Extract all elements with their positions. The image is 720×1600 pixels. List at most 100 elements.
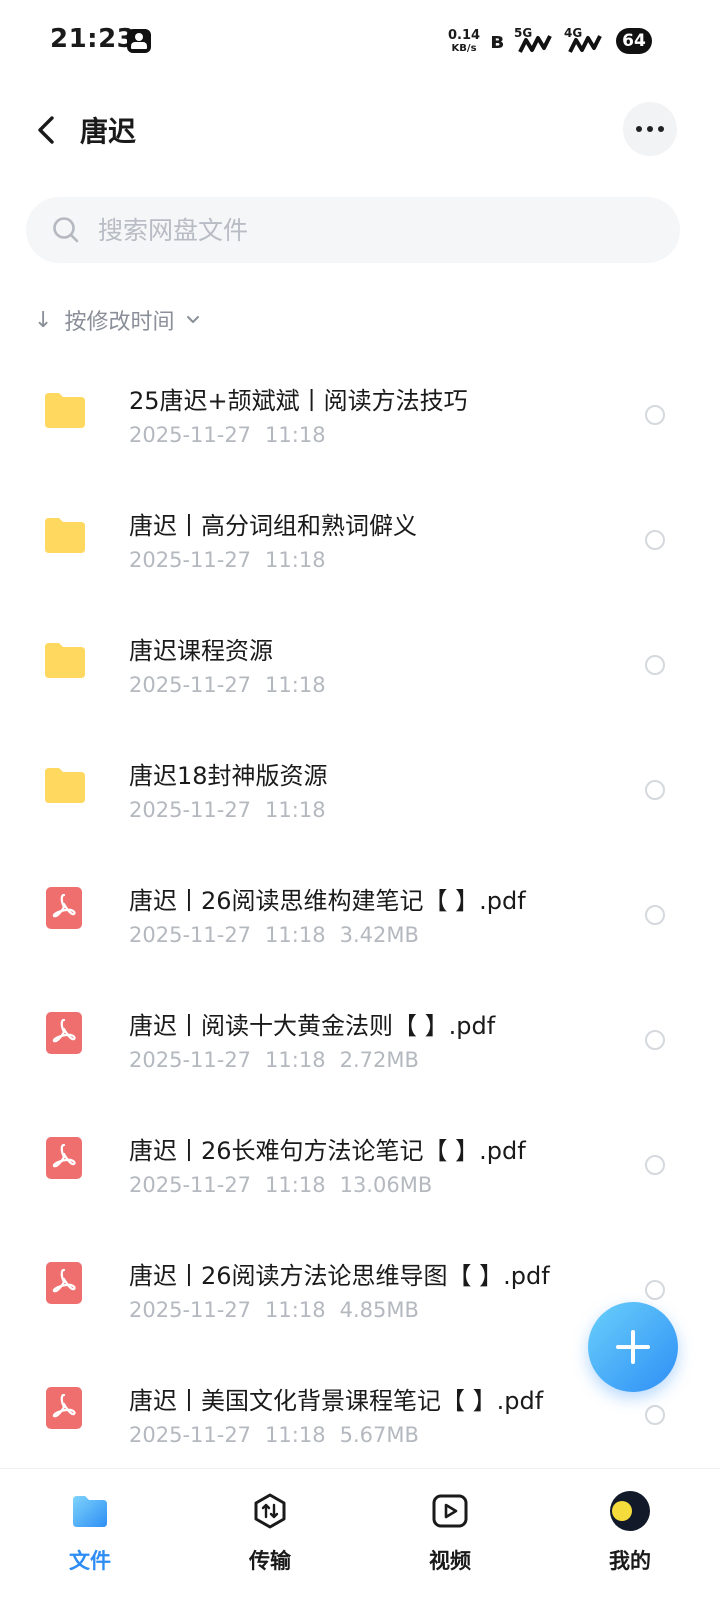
file-time: 11:18	[265, 798, 326, 822]
select-checkbox[interactable]	[645, 1280, 665, 1300]
file-row[interactable]: 唐迟丨阅读十大黄金法则【 】.pdf 2025-11-27 11:18 2.72MB	[0, 978, 720, 1103]
file-row[interactable]: 唐迟丨26长难句方法论笔记【 】.pdf 2025-11-27 11:18 13.06…	[0, 1103, 720, 1228]
pdf-icon	[46, 1137, 82, 1179]
select-checkbox[interactable]	[645, 780, 665, 800]
file-meta: 2025-11-27 11:18 13.06MB	[129, 1173, 446, 1197]
file-name: 唐迟丨26长难句方法论笔记【 】.pdf	[129, 1137, 526, 1165]
file-date: 2025-11-27	[129, 423, 252, 447]
file-meta: 2025-11-27 11:18	[129, 798, 340, 822]
file-time: 11:18	[265, 1048, 326, 1072]
file-time: 11:18	[265, 673, 326, 697]
pdf-icon	[46, 1012, 82, 1054]
file-row[interactable]: 唐迟丨26阅读思维构建笔记【 】.pdf 2025-11-27 11:18 3.42M…	[0, 853, 720, 978]
select-checkbox[interactable]	[645, 1405, 665, 1425]
folder-icon	[44, 391, 86, 429]
page-title: 唐迟	[80, 115, 137, 148]
file-meta: 2025-11-27 11:18 5.67MB	[129, 1423, 433, 1447]
select-checkbox[interactable]	[645, 655, 665, 675]
battery-level: 64	[622, 31, 646, 51]
signal-5g: 5G	[514, 26, 554, 56]
file-size: 2.72MB	[339, 1048, 419, 1072]
more-dot	[647, 126, 653, 132]
folder-nav-icon	[70, 1491, 110, 1531]
file-size: 13.06MB	[339, 1173, 433, 1197]
nav-me[interactable]: 我的	[540, 1469, 720, 1600]
search-icon	[53, 217, 79, 243]
more-horizontal-icon	[636, 126, 642, 132]
pdf-icon	[46, 1387, 82, 1429]
chevron-left-icon	[38, 116, 54, 144]
net-speed-value: 0.14	[448, 27, 481, 43]
file-time: 11:18	[265, 1298, 326, 1322]
file-name: 唐迟丨美国文化背景课程笔记【 】.pdf	[129, 1387, 544, 1415]
nav-files-label: 文件	[69, 1549, 111, 1573]
net-speed: 0.14 KB/s	[448, 29, 480, 54]
file-name: 唐迟丨高分词组和熟词僻义	[129, 512, 417, 540]
file-size: 4.85MB	[339, 1298, 419, 1322]
select-checkbox[interactable]	[645, 405, 665, 425]
avatar-icon	[610, 1491, 650, 1531]
file-time: 11:18	[265, 423, 326, 447]
file-time: 11:18	[265, 1423, 326, 1447]
select-checkbox[interactable]	[645, 1030, 665, 1050]
file-name: 唐迟丨阅读十大黄金法则【 】.pdf	[129, 1012, 496, 1040]
chevron-down-icon	[187, 316, 200, 323]
nav-video[interactable]: 视频	[360, 1469, 540, 1600]
notification-app-icon	[127, 29, 151, 53]
search-input[interactable]	[98, 215, 618, 245]
add-button[interactable]	[588, 1302, 678, 1392]
file-date: 2025-11-27	[129, 1048, 252, 1072]
signal-bars-icon	[518, 35, 552, 53]
select-checkbox[interactable]	[645, 530, 665, 550]
nav-transfer[interactable]: 传输	[180, 1469, 360, 1600]
select-checkbox[interactable]	[645, 905, 665, 925]
pdf-icon	[46, 1262, 82, 1304]
file-size: 5.67MB	[339, 1423, 419, 1447]
file-date: 2025-11-27	[129, 1298, 252, 1322]
app-root: 21:23 0.14 KB/s ʙ 5G 4G 64 唐迟 搜索网盘文件 ↓ 按…	[0, 0, 720, 1600]
transfer-icon	[250, 1491, 290, 1531]
folder-icon	[44, 766, 86, 804]
file-name: 唐迟18封神版资源	[129, 762, 328, 790]
file-meta: 2025-11-27 11:18	[129, 423, 340, 447]
status-time: 21:23	[50, 24, 136, 54]
file-date: 2025-11-27	[129, 1173, 252, 1197]
file-meta: 2025-11-27 11:18 2.72MB	[129, 1048, 433, 1072]
back-button[interactable]	[26, 110, 66, 150]
folder-row[interactable]: 唐迟18封神版资源 2025-11-27 11:18	[0, 728, 720, 853]
sort-selector[interactable]: ↓ 按修改时间	[34, 302, 200, 338]
file-meta: 2025-11-27 11:18 3.42MB	[129, 923, 433, 947]
header: 唐迟	[0, 96, 720, 164]
arrow-down-icon: ↓	[34, 307, 53, 333]
file-time: 11:18	[265, 1173, 326, 1197]
file-date: 2025-11-27	[129, 1423, 252, 1447]
nav-transfer-label: 传输	[249, 1549, 291, 1573]
file-date: 2025-11-27	[129, 548, 252, 572]
nav-video-label: 视频	[429, 1549, 471, 1573]
pdf-icon	[46, 887, 82, 929]
more-button[interactable]	[623, 102, 677, 156]
play-icon	[430, 1491, 470, 1531]
file-name: 唐迟丨26阅读方法论思维导图【 】.pdf	[129, 1262, 550, 1290]
signal-4g: 4G	[564, 26, 604, 56]
file-time: 11:18	[265, 923, 326, 947]
file-size: 3.42MB	[339, 923, 419, 947]
file-time: 11:18	[265, 548, 326, 572]
select-checkbox[interactable]	[645, 1155, 665, 1175]
bottom-nav: 文件 传输 视频 我的	[0, 1468, 720, 1600]
file-meta: 2025-11-27 11:18	[129, 673, 340, 697]
file-date: 2025-11-27	[129, 923, 252, 947]
bluetooth-icon: ʙ	[490, 28, 504, 54]
nav-me-label: 我的	[609, 1549, 651, 1573]
folder-row[interactable]: 25唐迟+颉斌斌丨阅读方法技巧 2025-11-27 11:18	[0, 353, 720, 478]
more-dot	[658, 126, 664, 132]
folder-icon	[44, 641, 86, 679]
battery-icon: 64	[616, 28, 657, 54]
file-date: 2025-11-27	[129, 798, 252, 822]
folder-row[interactable]: 唐迟丨高分词组和熟词僻义 2025-11-27 11:18	[0, 478, 720, 603]
search-bar[interactable]	[26, 197, 680, 263]
file-name: 唐迟课程资源	[129, 637, 273, 665]
folder-row[interactable]: 唐迟课程资源 2025-11-27 11:18	[0, 603, 720, 728]
nav-files[interactable]: 文件	[0, 1469, 180, 1600]
file-meta: 2025-11-27 11:18	[129, 548, 340, 572]
